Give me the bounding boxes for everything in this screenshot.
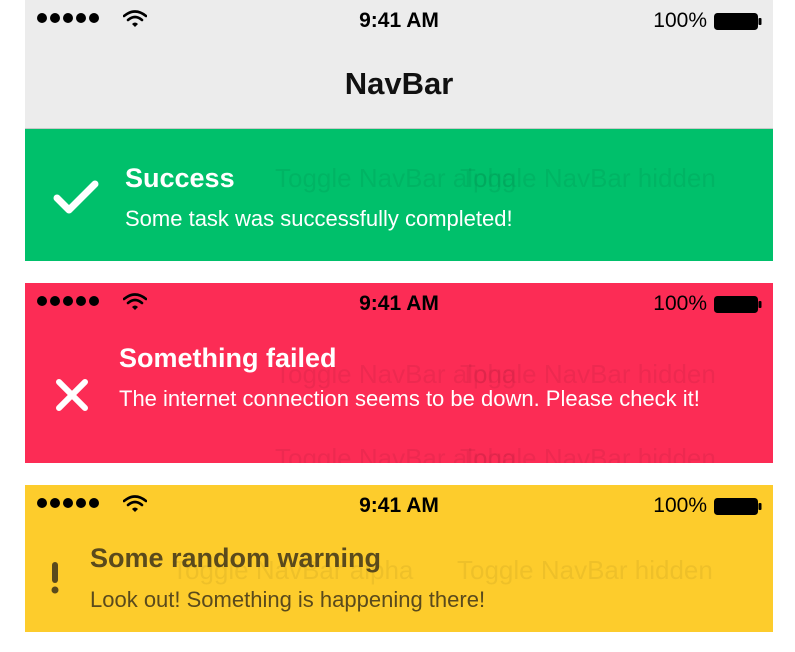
status-bar: 9:41 AM 100%: [25, 283, 773, 323]
battery-icon: [714, 13, 762, 30]
navbar-title: NavBar: [344, 66, 454, 101]
battery-percent: 100%: [653, 9, 707, 32]
exclamation-icon: [51, 562, 59, 594]
battery-percent: 100%: [653, 494, 707, 517]
status-bar: 9:41 AM 100%: [25, 485, 773, 525]
success-message: Some task was successfully completed!: [125, 206, 513, 231]
error-title: Something failed: [119, 343, 337, 373]
battery-percent: 100%: [653, 292, 707, 315]
success-title: Success: [125, 163, 235, 193]
warning-banner[interactable]: 9:41 AM 100% Toggle NavBar alpha Toggle …: [25, 485, 773, 632]
toggle-navbar-hidden-label: Toggle NavBar hidden: [460, 163, 716, 193]
success-banner[interactable]: Toggle NavBar alpha Toggle NavBar hidden…: [25, 129, 773, 261]
status-bar: 9:41 AM 100%: [25, 0, 773, 40]
warning-message: Look out! Something is happening there!: [90, 587, 486, 612]
warning-title: Some random warning: [90, 543, 382, 573]
battery-icon: [714, 498, 762, 515]
close-icon: [56, 379, 88, 411]
navigation-bar: 9:41 AM 100% NavBar: [25, 0, 773, 129]
checkmark-icon: [53, 180, 99, 214]
toggle-navbar-hidden-label: Toggle NavBar hidden: [460, 443, 716, 463]
error-message: The internet connection seems to be down…: [119, 386, 700, 411]
toggle-navbar-hidden-label: Toggle NavBar hidden: [457, 555, 713, 585]
battery-icon: [714, 296, 762, 313]
error-banner[interactable]: 9:41 AM 100% Toggle NavBar alpha Toggle …: [25, 283, 773, 463]
